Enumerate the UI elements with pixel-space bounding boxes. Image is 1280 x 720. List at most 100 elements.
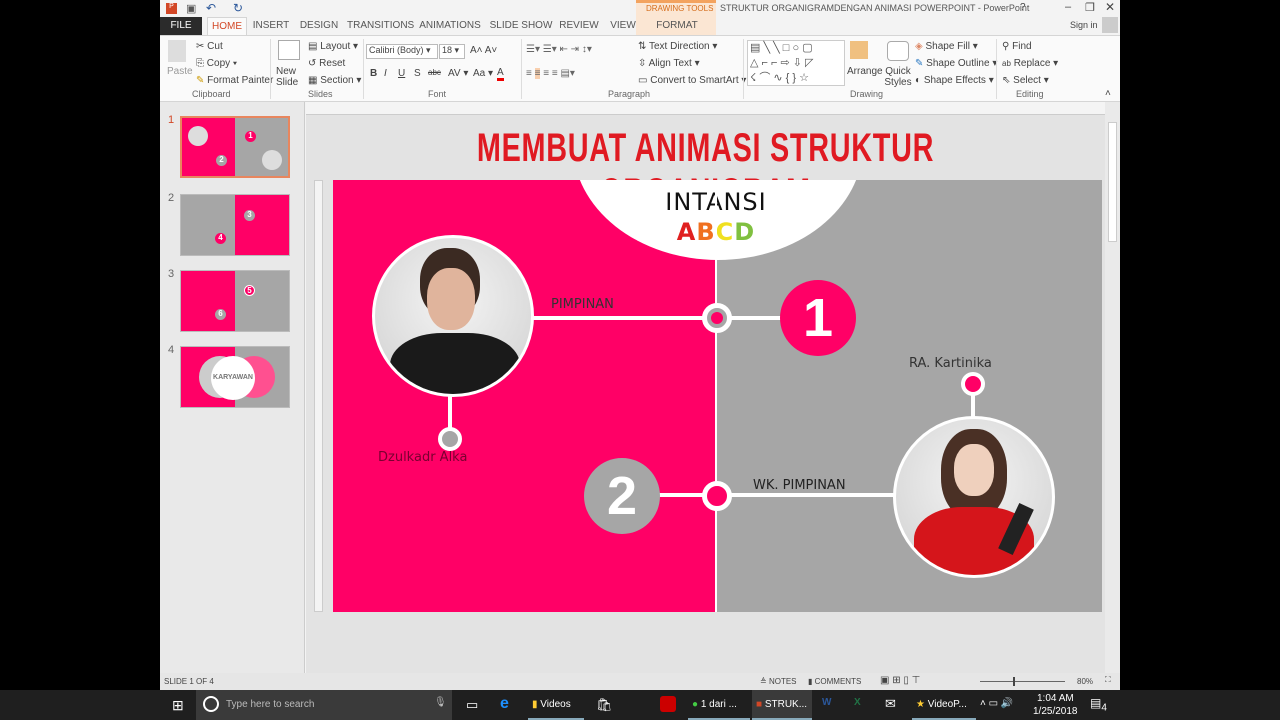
layout-button[interactable]: ▤ Layout ▾: [308, 41, 358, 52]
section-button[interactable]: ▦ Section ▾: [308, 75, 361, 86]
arrange-button[interactable]: Arrange: [847, 66, 883, 77]
store-icon[interactable]: 🛍: [596, 697, 613, 713]
align-text-button[interactable]: ⇳ Align Text ▾: [638, 58, 700, 69]
mail-icon[interactable]: ✉: [885, 696, 896, 712]
italic-button[interactable]: I: [384, 68, 387, 79]
grow-font-icon[interactable]: A˄ A˅: [470, 45, 497, 56]
number-badge-2[interactable]: 2: [584, 458, 660, 534]
align-buttons[interactable]: ≡ ≡ ≡ ≡ ▤▾: [526, 68, 575, 79]
cursor-icon: ⇖: [1002, 75, 1011, 86]
shadow-button[interactable]: S: [414, 68, 421, 79]
tab-file[interactable]: FILE: [160, 17, 202, 35]
app-icon[interactable]: [660, 696, 676, 712]
slide-thumbnail-4[interactable]: KARYAWAN: [180, 346, 290, 408]
select-button[interactable]: ⇖ Select ▾: [1002, 75, 1049, 86]
taskbar-app-videos[interactable]: ▮ Videos: [528, 690, 584, 720]
deputy-photo[interactable]: [893, 416, 1055, 578]
help-button[interactable]: ?: [1020, 2, 1026, 13]
shape-fill-button[interactable]: ◈ Shape Fill ▾: [915, 41, 978, 52]
font-name-select[interactable]: Calibri (Body) ▾: [366, 44, 438, 59]
comments-button[interactable]: ▮ COMMENTS: [808, 677, 861, 686]
zoom-slider[interactable]: [980, 681, 1065, 682]
quick-styles-button[interactable]: Quick Styles: [883, 66, 913, 88]
bullets-icon[interactable]: ☰▾ ☰▾ ⇤ ⇥ ↕▾: [526, 44, 592, 55]
sign-in-link[interactable]: Sign in: [1070, 20, 1098, 30]
undo-icon[interactable]: ↶: [206, 1, 216, 15]
reset-button[interactable]: ↺ Reset: [308, 58, 345, 69]
font-color-button[interactable]: A: [497, 67, 504, 81]
taskbar-app-chrome[interactable]: ● 1 dari ...: [688, 690, 750, 720]
tray-icons[interactable]: ˄ ▭ 🔊: [980, 698, 1013, 709]
find-button[interactable]: ⚲ Find: [1002, 41, 1032, 52]
zoom-level[interactable]: 80%: [1077, 677, 1093, 686]
change-case-button[interactable]: Aa ▾: [473, 68, 493, 79]
slide-thumbnail-3[interactable]: 5 6: [180, 270, 290, 332]
taskbar-app-videopad[interactable]: ★ VideoP...: [912, 690, 976, 720]
edge-icon[interactable]: e: [500, 695, 509, 713]
thumb-number: 4: [168, 344, 175, 356]
microphone-icon[interactable]: 🎙: [434, 697, 447, 708]
underline-button[interactable]: U: [398, 68, 405, 79]
contextual-group-label: DRAWING TOOLS: [646, 4, 714, 13]
new-slide-icon[interactable]: [278, 40, 300, 60]
user-avatar-icon[interactable]: [1102, 17, 1118, 33]
paste-icon[interactable]: [168, 40, 186, 62]
tab-format[interactable]: FORMAT: [646, 17, 708, 35]
slide[interactable]: INTANSI ABCD PIMPINAN 1 Dzulkadr Alka 2 …: [333, 180, 1102, 612]
view-buttons[interactable]: ▣ ⊞ ▯ ⊤: [880, 675, 920, 686]
role-label-1[interactable]: PIMPINAN: [551, 297, 614, 312]
copy-button[interactable]: ⎘ Copy ▾: [196, 58, 237, 69]
notes-button[interactable]: ≜ NOTES: [760, 677, 797, 686]
bold-button[interactable]: B: [370, 68, 377, 79]
task-view-icon[interactable]: ▭: [466, 697, 478, 713]
paste-button[interactable]: Paste: [167, 66, 193, 77]
deputy-name[interactable]: RA. Kartinika: [909, 356, 992, 371]
leader-photo[interactable]: [372, 235, 534, 397]
convert-smartart-button[interactable]: ▭ Convert to SmartArt ▾: [638, 75, 746, 86]
shape-effects-button[interactable]: ◐ Shape Effects ▾: [915, 75, 994, 86]
tab-design[interactable]: DESIGN: [295, 17, 343, 35]
tab-slide-show[interactable]: SLIDE SHOW: [488, 17, 554, 35]
clock-time[interactable]: 1:04 AM: [1037, 693, 1074, 704]
format-painter-button[interactable]: ✎ Format Painter: [196, 75, 273, 86]
number-badge-1[interactable]: 1: [780, 280, 856, 356]
windows-start-icon[interactable]: ⊞: [172, 697, 184, 714]
role-label-2[interactable]: WK. PIMPINAN: [753, 478, 846, 493]
shapes-gallery[interactable]: ▤ ╲ ╲ □ ○ ▢ △ ⌐ ⌐ ⇨ ⇩ ◸ ☇ ⌒ ∿ { } ☆: [747, 40, 845, 86]
tab-home[interactable]: HOME: [207, 17, 247, 35]
vertical-scrollbar[interactable]: [1105, 102, 1120, 673]
zoom-slider-thumb[interactable]: [1013, 677, 1015, 686]
new-slide-button[interactable]: New Slide: [276, 66, 306, 88]
tab-insert[interactable]: INSERT: [251, 17, 291, 35]
shape-fill-label: Shape Fill: [925, 41, 970, 52]
clock-date[interactable]: 1/25/2018: [1033, 706, 1078, 717]
word-icon[interactable]: W: [822, 697, 831, 708]
leader-name[interactable]: Dzulkadr Alka: [378, 450, 467, 465]
thumb-badge: 4: [215, 233, 226, 244]
collapse-ribbon-icon[interactable]: ˄: [1105, 88, 1111, 99]
slide-thumbnail-2[interactable]: 3 4: [180, 194, 290, 256]
strikethrough-button[interactable]: abc: [428, 68, 441, 77]
excel-icon[interactable]: X: [854, 697, 861, 708]
search-box[interactable]: Type here to search 🎙: [196, 690, 452, 720]
char-spacing-button[interactable]: AV ▾: [448, 68, 468, 79]
font-size-select[interactable]: 18 ▾: [439, 44, 465, 59]
replace-button[interactable]: ab Replace ▾: [1002, 58, 1058, 69]
text-direction-button[interactable]: ⇅ Text Direction ▾: [638, 41, 717, 52]
minimize-button[interactable]: –: [1065, 1, 1071, 13]
save-icon[interactable]: ▣: [186, 2, 196, 15]
taskbar-app-powerpoint[interactable]: ■ STRUK...: [752, 690, 812, 720]
cut-button[interactable]: ✂ Cut: [196, 41, 223, 52]
slide-thumbnail-1[interactable]: 1 2: [180, 116, 290, 178]
close-button[interactable]: ✕: [1105, 0, 1115, 14]
action-center-icon[interactable]: ▤4: [1090, 696, 1107, 713]
redo-icon[interactable]: ↻: [233, 1, 243, 15]
tab-review[interactable]: REVIEW: [559, 17, 599, 35]
restore-button[interactable]: ❐: [1085, 1, 1095, 14]
tab-animations[interactable]: ANIMATIONS: [418, 17, 482, 35]
scrollbar-thumb[interactable]: [1108, 122, 1117, 242]
tab-view[interactable]: VIEW: [606, 17, 640, 35]
fit-slide-icon[interactable]: ⛶: [1105, 675, 1111, 685]
shape-outline-button[interactable]: ✎ Shape Outline ▾: [915, 58, 997, 69]
tab-transitions[interactable]: TRANSITIONS: [347, 17, 414, 35]
